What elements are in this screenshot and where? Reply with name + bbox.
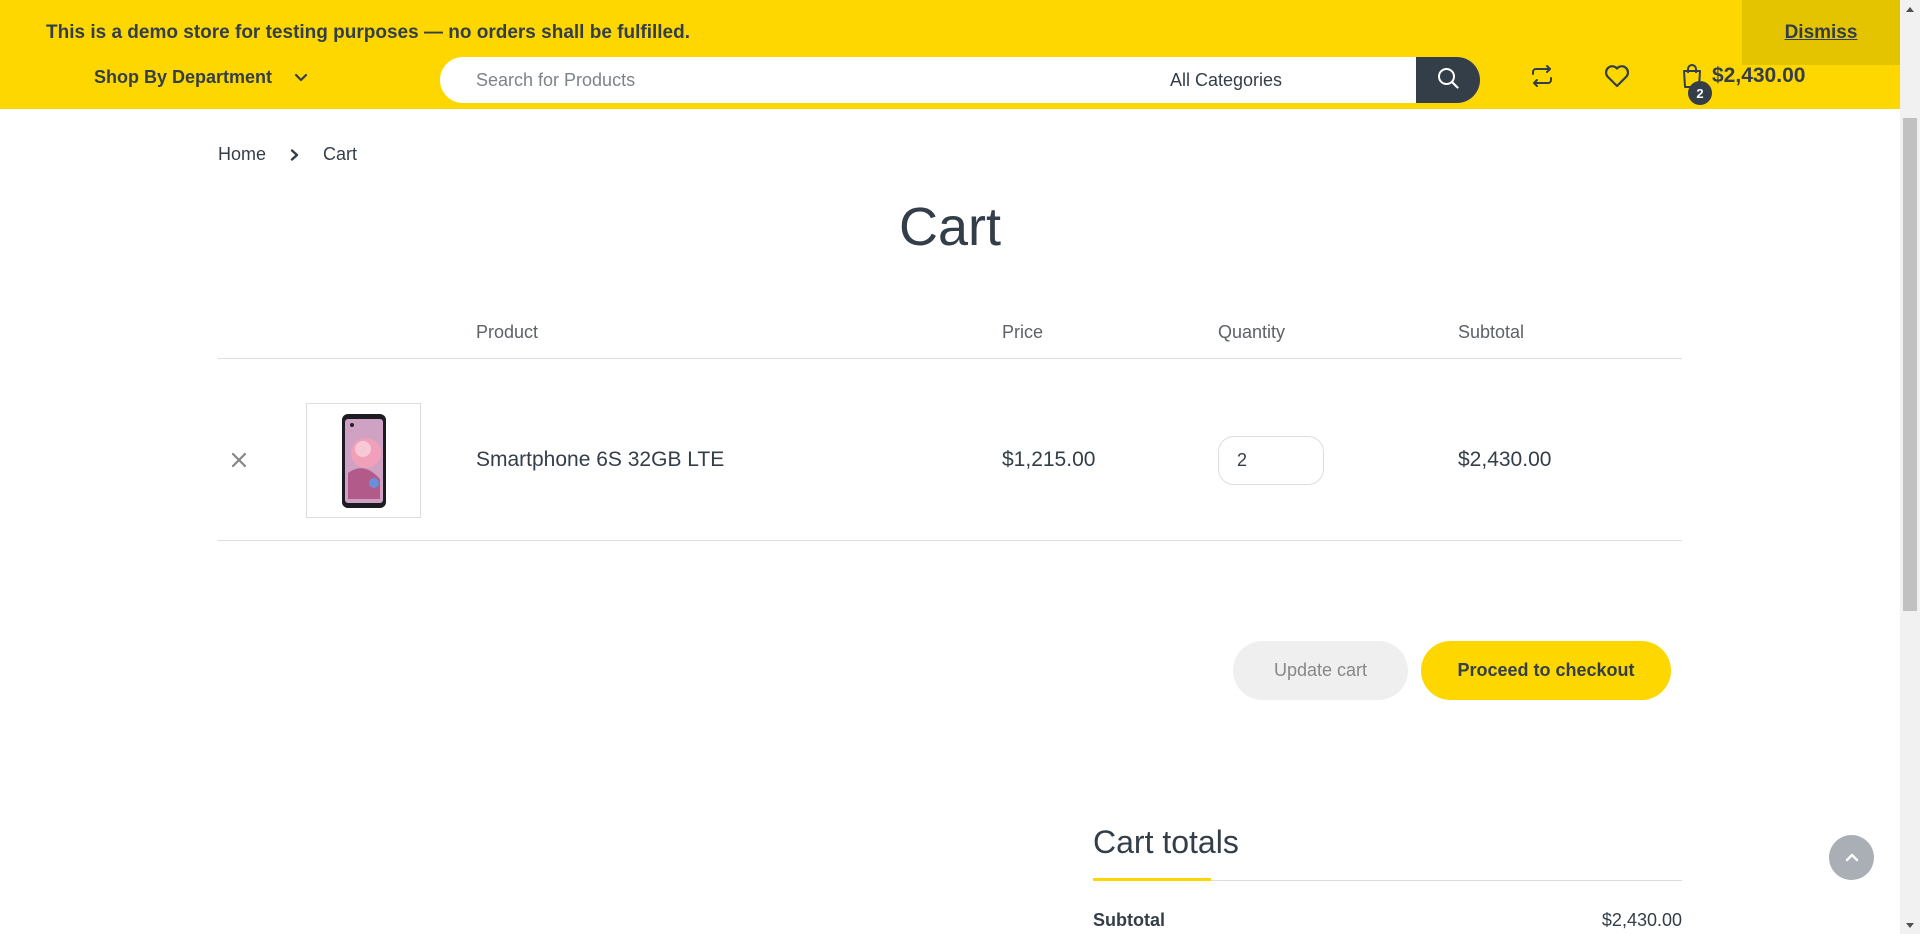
compare-icon — [1529, 64, 1555, 92]
back-to-top-button[interactable] — [1829, 835, 1874, 880]
totals-subtotal-value: $2,430.00 — [1601, 910, 1682, 930]
breadcrumb: Home Cart — [218, 144, 357, 165]
table-row-divider — [218, 540, 1682, 541]
column-header-price: Price — [1002, 322, 1044, 342]
chevron-down-icon — [294, 67, 308, 88]
chevron-up-icon — [1845, 849, 1859, 867]
compare-button[interactable] — [1526, 62, 1558, 94]
demo-notice-bar: This is a demo store for testing purpose… — [0, 0, 1900, 65]
scroll-up-arrow-icon[interactable] — [1900, 0, 1920, 17]
category-select-value: All Categories — [1170, 69, 1283, 90]
totals-subtotal-label: Subtotal — [1093, 910, 1165, 930]
column-header-product: Product — [476, 322, 539, 342]
search-button[interactable] — [1416, 57, 1480, 103]
demo-notice-text: This is a demo store for testing purpose… — [46, 22, 690, 43]
product-thumbnail[interactable] — [306, 403, 421, 518]
update-cart-button[interactable]: Update cart — [1233, 641, 1408, 700]
heart-icon — [1604, 64, 1630, 93]
search-icon — [1437, 67, 1459, 94]
scrollbar-thumb[interactable] — [1903, 118, 1917, 611]
wishlist-button[interactable] — [1601, 62, 1633, 94]
close-icon — [231, 444, 247, 475]
breadcrumb-home-link[interactable]: Home — [218, 144, 266, 165]
shop-by-department-button[interactable]: Shop By Department — [94, 65, 308, 89]
remove-item-button[interactable] — [226, 446, 252, 472]
page-title: Cart — [898, 197, 1001, 257]
scroll-down-arrow-icon[interactable] — [1900, 917, 1920, 934]
header-cart-total[interactable]: $2,430.00 — [1712, 64, 1805, 88]
column-header-quantity: Quantity — [1218, 322, 1286, 342]
quantity-input[interactable] — [1218, 436, 1324, 485]
column-header-subtotal: Subtotal — [1458, 322, 1525, 342]
category-select[interactable]: All Categories — [1170, 57, 1455, 103]
smartphone-image — [341, 413, 386, 508]
breadcrumb-current: Cart — [323, 144, 358, 164]
dismiss-link[interactable]: Dismiss — [1742, 0, 1900, 65]
search-input[interactable] — [476, 57, 1116, 103]
department-label: Shop By Department — [94, 66, 273, 87]
table-header-divider — [218, 358, 1682, 359]
product-subtotal: $2,430.00 — [1458, 448, 1552, 471]
proceed-to-checkout-button[interactable]: Proceed to checkout — [1421, 641, 1671, 700]
cart-totals-title: Cart totals — [1093, 824, 1239, 860]
product-price: $1,215.00 — [1002, 448, 1096, 471]
chevron-right-icon — [290, 148, 299, 161]
cart-totals-accent-underline — [1093, 878, 1211, 881]
product-name-link[interactable]: Smartphone 6S 32GB LTE — [476, 448, 724, 472]
cart-count-badge: 2 — [1688, 81, 1712, 105]
search-form: All Categories — [440, 57, 1480, 103]
